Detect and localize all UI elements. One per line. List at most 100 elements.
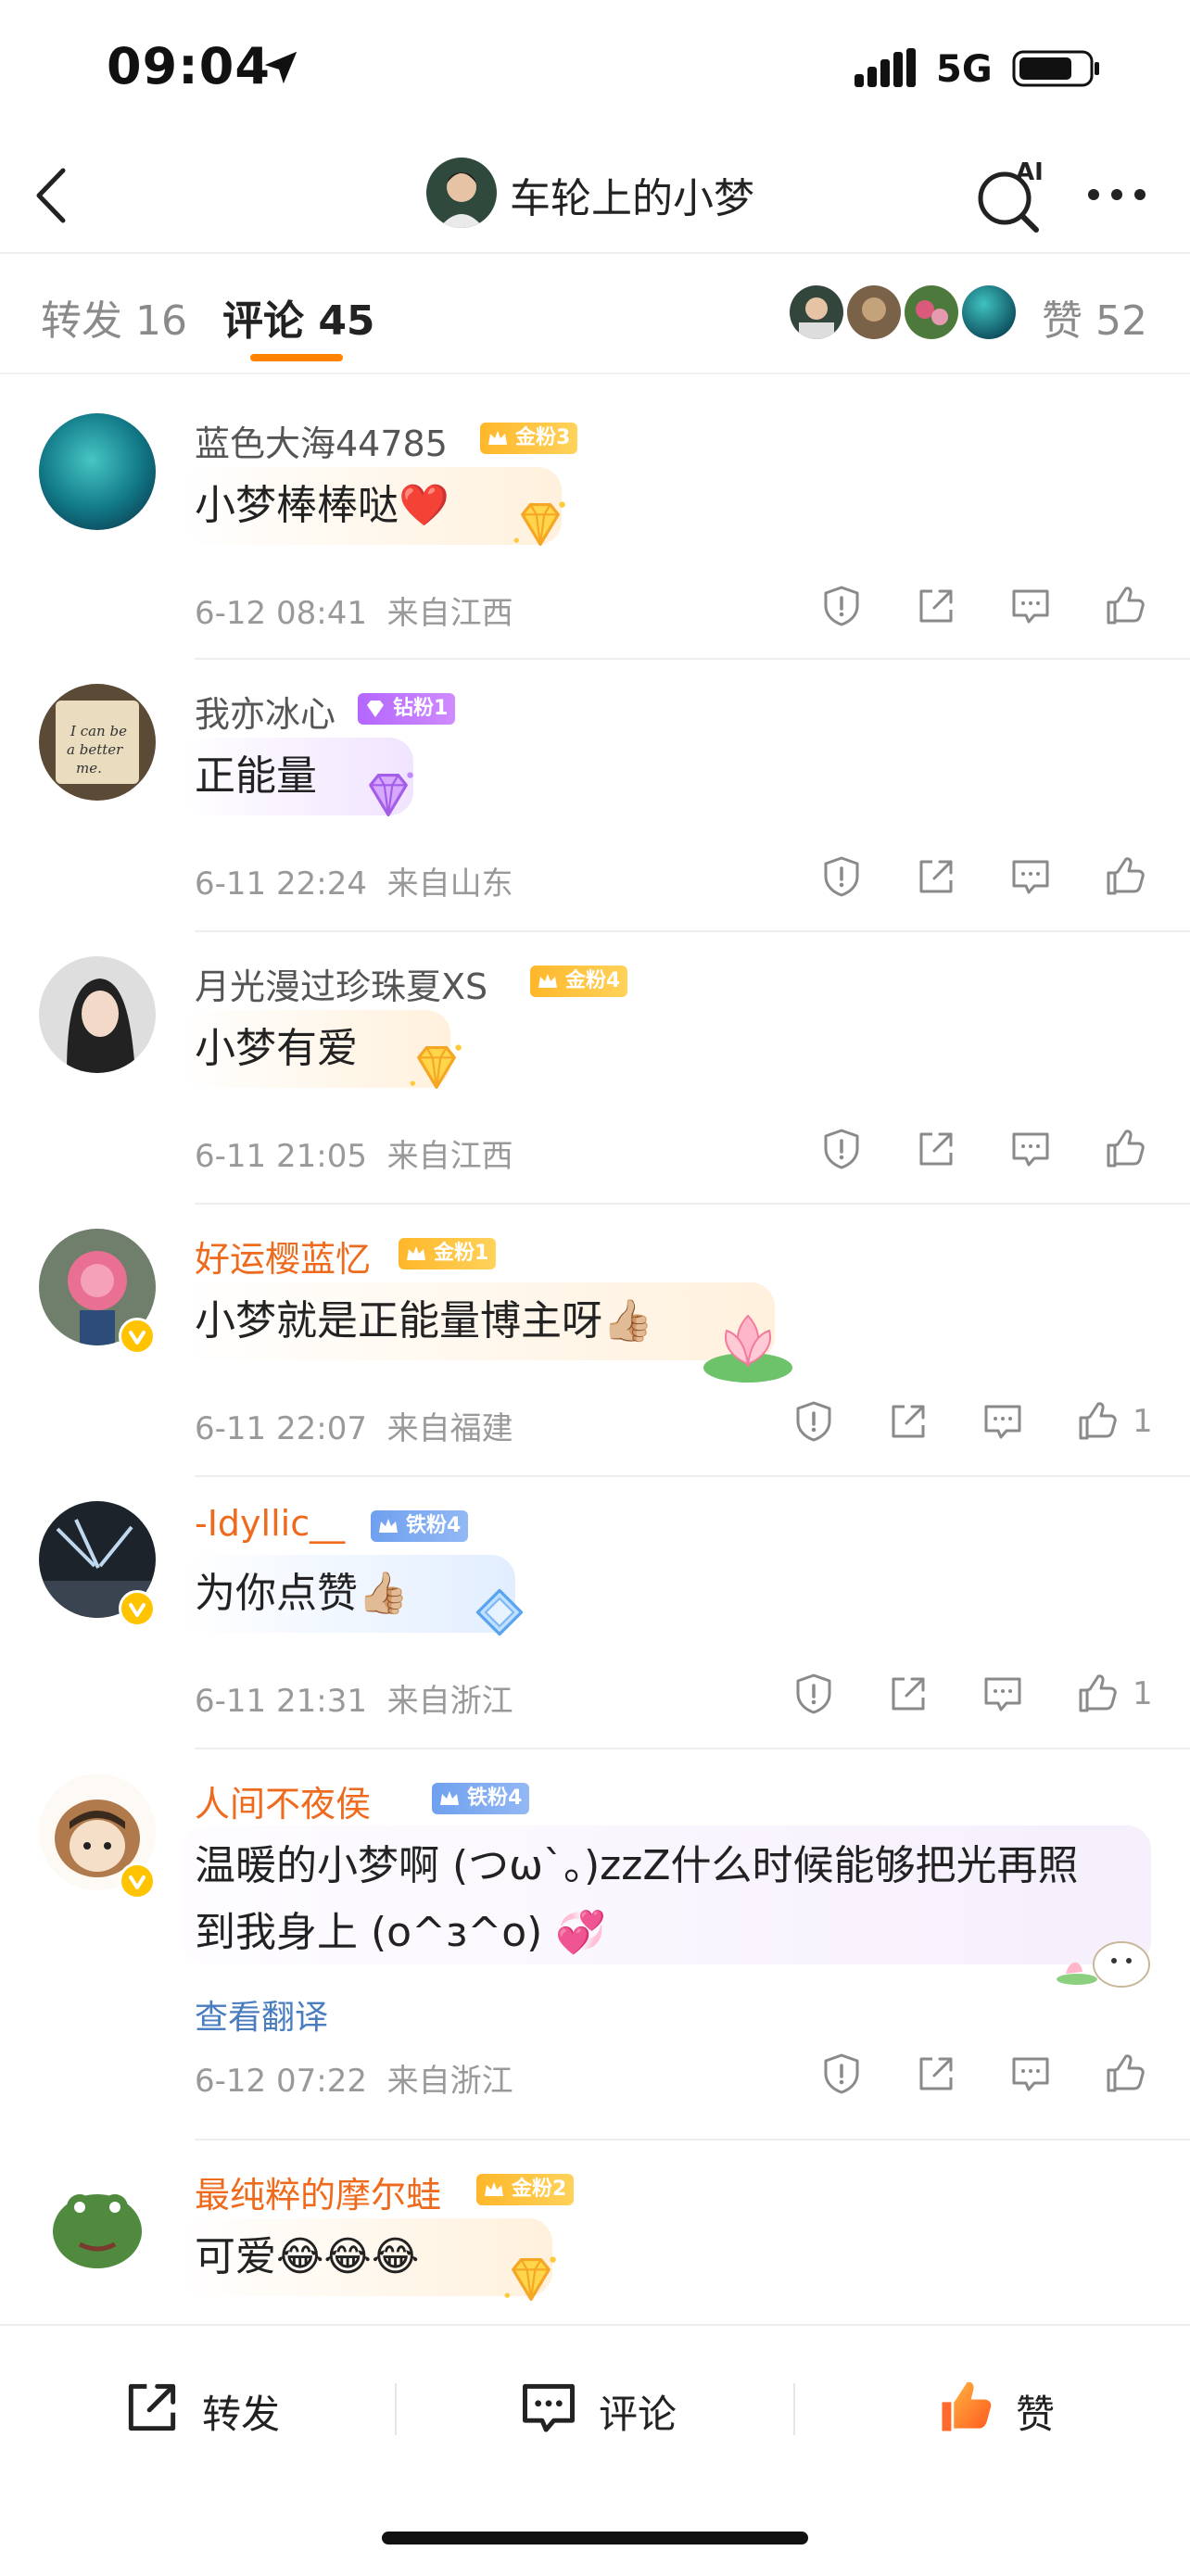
reply-icon[interactable]: [1008, 854, 1053, 899]
comment-time: 6-12 07:22: [195, 2063, 367, 2100]
author-avatar[interactable]: [426, 158, 497, 228]
crown-icon: [485, 2182, 503, 2196]
svg-text:a better: a better: [67, 741, 123, 758]
comment-icon: [523, 2383, 575, 2432]
like-icon[interactable]: [1075, 1399, 1120, 1444]
comment-region: 来自福建: [386, 1410, 513, 1447]
fan-badge-label: 金粉2: [512, 2178, 567, 2201]
gem-decoration-icon: [358, 767, 419, 823]
user-name[interactable]: -Idyllic__: [195, 1503, 345, 1544]
user-name[interactable]: 好运樱蓝忆: [195, 1231, 371, 1282]
report-icon[interactable]: [819, 2052, 864, 2096]
status-bar: 09:04 5G: [0, 0, 1190, 139]
user-name[interactable]: 人间不夜侯: [195, 1775, 371, 1826]
divider: [195, 930, 1190, 932]
like-icon[interactable]: [1103, 584, 1147, 628]
report-icon[interactable]: [819, 584, 864, 628]
reply-icon[interactable]: [981, 1399, 1025, 1444]
verified-badge-icon: [119, 1863, 156, 1900]
share-icon[interactable]: [914, 584, 958, 628]
divider: [195, 658, 1190, 660]
comment-text: 小梦有爱: [195, 1025, 358, 1072]
crown-icon: [538, 974, 557, 988]
comment-time: 6-11 21:05: [195, 1138, 367, 1175]
like-icon[interactable]: [1075, 1672, 1120, 1716]
crown-icon: [379, 1519, 398, 1533]
comment-meta: 6-11 22:24 来自山东: [195, 858, 513, 903]
fan-badge: 金粉2: [476, 2174, 575, 2205]
share-icon[interactable]: [914, 2052, 958, 2096]
fan-badge-label: 铁粉4: [406, 1514, 462, 1537]
like-icon[interactable]: [1103, 2052, 1147, 2096]
user-name[interactable]: 我亦冰心: [195, 686, 335, 737]
user-name[interactable]: 蓝色大海44785: [195, 415, 448, 466]
report-icon[interactable]: [819, 854, 864, 899]
like-label: 赞: [1016, 2392, 1056, 2437]
tab-comment[interactable]: 评论 45: [222, 287, 375, 347]
more-icon[interactable]: [1084, 183, 1149, 206]
back-arrow-icon[interactable]: [28, 165, 74, 226]
comment-text: 为你点赞👍🏼: [195, 1570, 409, 1617]
like-icon[interactable]: [1103, 854, 1147, 899]
comment-region: 来自浙江: [386, 1683, 513, 1720]
liker-avatar: [788, 284, 845, 341]
fan-badge: 金粉3: [480, 423, 578, 454]
tab-repost[interactable]: 转发 16: [41, 287, 187, 347]
comment-region: 来自江西: [386, 1138, 513, 1175]
sticker-decoration-icon: [1057, 1941, 1150, 1988]
gem-decoration-icon: [469, 1585, 530, 1640]
comment-text-line1: 温暖的小梦啊 (つω`。)zzZ什么时候能够把光再照: [195, 1842, 1079, 1889]
tabs-bar: 转发 16 评论 45 赞 52: [0, 254, 1190, 374]
translate-link[interactable]: 查看翻译: [195, 1990, 328, 2039]
fan-badge: 铁粉4: [432, 1783, 530, 1814]
user-avatar[interactable]: [39, 956, 156, 1073]
crown-icon: [488, 431, 507, 445]
ai-search-icon[interactable]: AI: [975, 156, 1049, 234]
liker-avatar: [845, 284, 903, 341]
comment-meta: 6-11 21:31 来自浙江: [195, 1675, 513, 1721]
share-icon[interactable]: [914, 854, 958, 899]
page-title: 车轮上的小梦: [510, 175, 754, 222]
reply-icon[interactable]: [981, 1672, 1025, 1716]
diamond-icon: [367, 701, 384, 717]
tab-like[interactable]: 赞 52: [1042, 287, 1147, 347]
liker-avatars[interactable]: [788, 284, 1025, 341]
reply-icon[interactable]: [1008, 584, 1053, 628]
user-avatar[interactable]: I can be a better me.: [39, 684, 156, 801]
divider: [195, 1203, 1190, 1205]
reply-icon[interactable]: [1008, 2052, 1053, 2096]
active-tab-indicator: [250, 354, 343, 361]
fan-badge-label: 金粉3: [515, 426, 571, 449]
like-icon[interactable]: [1103, 1127, 1147, 1171]
lotus-decoration-icon: [697, 1303, 799, 1386]
report-icon[interactable]: [791, 1399, 836, 1444]
share-icon[interactable]: [886, 1672, 930, 1716]
gem-decoration-icon: [500, 2252, 562, 2307]
user-avatar[interactable]: [39, 2165, 156, 2281]
network-type: 5G: [936, 48, 993, 91]
share-icon[interactable]: [886, 1399, 930, 1444]
comment-text: 正能量: [195, 752, 317, 800]
user-avatar[interactable]: [39, 413, 156, 530]
svg-text:me.: me.: [76, 760, 102, 777]
comment-time: 6-11 22:24: [195, 865, 367, 903]
fan-badge-label: 金粉1: [434, 1242, 489, 1265]
fan-badge: 钻粉1: [358, 693, 456, 725]
crown-icon: [440, 1791, 459, 1805]
report-icon[interactable]: [819, 1127, 864, 1171]
comment-text: 可爱😂😂😂: [195, 2233, 420, 2280]
gem-decoration-icon: [510, 497, 571, 552]
reply-icon[interactable]: [1008, 1127, 1053, 1171]
share-icon[interactable]: [914, 1127, 958, 1171]
comment-meta: 6-11 21:05 来自江西: [195, 1130, 513, 1176]
separator: [395, 2383, 397, 2435]
comment-region: 来自江西: [386, 595, 513, 632]
like-count: 1: [1133, 1403, 1153, 1440]
user-name[interactable]: 最纯粹的摩尔蛙: [195, 2166, 441, 2217]
divider: [195, 1475, 1190, 1477]
home-indicator: [382, 2532, 808, 2544]
comment-text: 小梦就是正能量博主呀👍🏼: [195, 1297, 653, 1345]
report-icon[interactable]: [791, 1672, 836, 1716]
comment-meta: 6-11 22:07 来自福建: [195, 1403, 513, 1448]
user-name[interactable]: 月光漫过珍珠夏XS: [195, 958, 487, 1009]
